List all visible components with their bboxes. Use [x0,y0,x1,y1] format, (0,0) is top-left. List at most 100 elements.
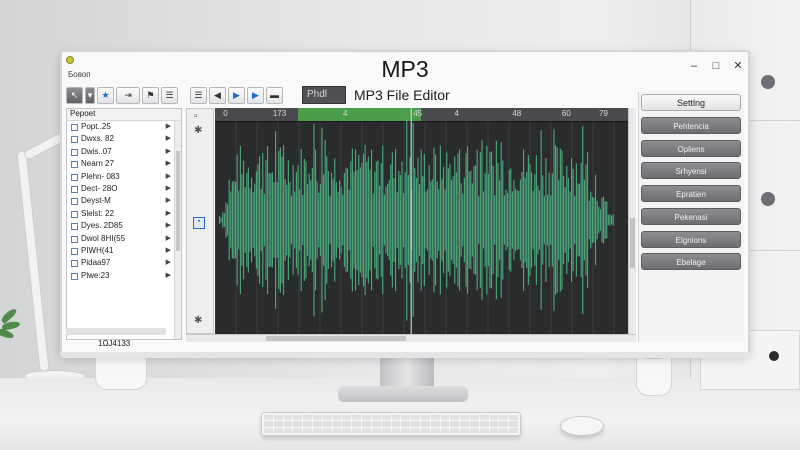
scroll-thumb[interactable] [176,151,180,251]
maximize-button[interactable]: □ [710,60,722,72]
close-button[interactable]: ✕ [732,60,744,72]
file-list-item[interactable]: Nearn 27 ▶ [67,158,181,170]
key [469,415,479,421]
settings-option-button[interactable]: Elgnions [641,230,741,248]
file-checkbox[interactable] [71,260,78,268]
editor-label: MP3 File Editor [354,87,450,103]
chevron-right-icon[interactable]: ▶ [166,245,171,257]
settings-option-button[interactable]: Pekenasi [641,207,741,225]
settings-option-button[interactable]: Epratien [641,185,741,203]
key [322,421,332,427]
window-controls: – □ ✕ [688,60,744,72]
file-checkbox[interactable] [71,185,78,193]
settings-button[interactable]: Settlng [641,94,741,111]
waveform-hscroll[interactable] [186,334,636,342]
key [322,427,332,433]
chevron-right-icon[interactable]: ▶ [166,233,171,245]
waveform-view[interactable]: 0 173 4 45 4 48 60 79 [215,108,628,334]
waveform-vscroll[interactable] [628,108,636,334]
file-list-item[interactable]: Dwis..07 ▶ [67,146,181,158]
file-list-item[interactable]: Dwxs. 82 ▶ [67,133,181,145]
chevron-right-icon[interactable]: ▶ [166,171,171,183]
list-icon[interactable]: ☰ [161,86,178,104]
app-window: Бовоп MP3 – □ ✕ ↖ ▾ ★ ⇥ ⚑ ☰ ☰ ◀ ▶ ▶ ▬ Ph… [60,50,750,355]
file-list-footer: 1ΩJ4133 [98,339,131,348]
chevron-right-icon[interactable]: ▶ [166,158,171,170]
key [303,421,313,427]
file-checkbox[interactable] [71,235,78,243]
swap-icon[interactable]: ⇥ [116,86,140,104]
key [420,415,430,421]
file-list-item[interactable]: Slelst: 22 ▶ [67,208,181,220]
chevron-right-icon[interactable]: ▶ [166,183,171,195]
file-name: Plehn- 083 [81,171,120,181]
dropdown-icon[interactable]: ▾ [85,86,95,104]
key [273,421,283,427]
chevron-right-icon[interactable]: ▶ [166,220,171,232]
star-icon[interactable]: ✱ [194,125,202,136]
play-icon[interactable]: ▶ [228,86,245,104]
key [273,427,283,433]
flag-icon[interactable]: ⚑ [142,86,159,104]
folder-icon[interactable]: ▬ [266,86,283,104]
key [450,415,460,421]
file-list-hscroll[interactable] [66,328,166,335]
settings-option-button[interactable]: Opliens [641,139,741,157]
chevron-right-icon[interactable]: ▶ [166,133,171,145]
mouse [560,416,604,436]
file-list-item[interactable]: PIWH(41 ▶ [67,245,181,257]
chevron-right-icon[interactable]: ▶ [166,146,171,158]
transport-toolbar: ☰ ◀ ▶ ▶ ▬ [190,84,283,106]
square-icon[interactable]: ▫ [194,111,198,122]
file-checkbox[interactable] [71,161,78,169]
chevron-right-icon[interactable]: ▶ [166,270,171,282]
file-list-item[interactable]: Pidaa97 ▶ [67,257,181,269]
key [313,427,322,433]
back-icon[interactable]: ◀ [209,86,226,104]
file-checkbox[interactable] [71,148,78,156]
key [411,427,420,433]
track-marker-icon[interactable]: ▪ [193,217,205,229]
mode-field[interactable]: Phdl [302,86,346,104]
file-checkbox[interactable] [71,272,78,280]
file-checkbox[interactable] [71,223,78,231]
chevron-right-icon[interactable]: ▶ [166,208,171,220]
settings-option-button[interactable]: Pehtencia [641,117,741,134]
chevron-right-icon[interactable]: ▶ [166,195,171,207]
file-checkbox[interactable] [71,136,78,144]
key [362,427,371,433]
key [509,427,518,433]
pin-icon[interactable]: ★ [97,86,114,104]
asterisk-icon[interactable]: ✱ [194,315,202,326]
file-checkbox[interactable] [71,198,78,206]
file-list-item[interactable]: Deyst-M ▶ [67,195,181,207]
file-list-scrollbar[interactable] [174,121,181,339]
file-list-item[interactable]: Dect- 28O ▶ [67,183,181,195]
key [499,415,509,421]
file-checkbox[interactable] [71,210,78,218]
minimize-button[interactable]: – [688,60,700,72]
chevron-right-icon[interactable]: ▶ [166,257,171,269]
chevron-right-icon[interactable]: ▶ [166,121,171,133]
file-list-item[interactable]: Plehn- 083 ▶ [67,171,181,183]
file-checkbox[interactable] [71,173,78,181]
settings-option-button[interactable]: Srhyensi [641,162,741,180]
file-list-item[interactable]: Plwe:23 ▶ [67,270,181,282]
key [489,421,499,427]
waveform-graph[interactable] [215,108,628,334]
file-list-item[interactable]: Dyes. 2D85 ▶ [67,220,181,232]
key [313,421,322,427]
scroll-thumb[interactable] [630,218,635,268]
cursor-icon[interactable]: ↖ [66,86,83,104]
play-next-icon[interactable]: ▶ [247,86,264,104]
file-checkbox[interactable] [71,247,78,255]
key [293,415,303,421]
file-list-item[interactable]: Dwol 8HI(55 ▶ [67,233,181,245]
scroll-thumb[interactable] [266,336,406,341]
settings-option-button[interactable]: Ebelage [641,253,741,271]
key [391,421,401,427]
file-checkbox[interactable] [71,124,78,131]
file-list-item[interactable]: Popt..25 ▶ [67,121,181,133]
menu-icon[interactable]: ☰ [190,86,207,104]
key [371,427,381,433]
